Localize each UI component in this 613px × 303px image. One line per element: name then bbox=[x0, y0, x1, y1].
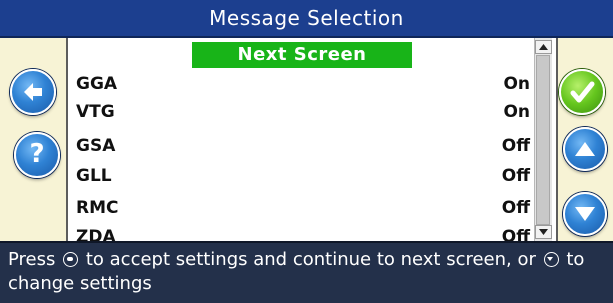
message-state: On bbox=[503, 102, 530, 122]
help-icon: ? bbox=[29, 139, 45, 169]
back-button[interactable] bbox=[10, 69, 56, 115]
message-name: ZDA bbox=[76, 227, 116, 241]
ok-button-icon bbox=[63, 252, 79, 267]
scroll-down-button[interactable] bbox=[563, 192, 607, 236]
message-state: Off bbox=[501, 198, 530, 218]
message-state: Off bbox=[501, 166, 530, 186]
chevron-down-icon bbox=[539, 229, 548, 235]
down-arrow-button-icon bbox=[543, 252, 559, 267]
title-bar: Message Selection bbox=[0, 0, 613, 38]
message-name: GGA bbox=[76, 74, 118, 94]
next-screen-button[interactable]: Next Screen bbox=[192, 42, 412, 68]
message-name: GLL bbox=[76, 166, 112, 186]
list-item[interactable]: GLL Off bbox=[74, 163, 534, 189]
list-scrollbar[interactable] bbox=[534, 38, 552, 241]
scroll-up-button[interactable] bbox=[563, 127, 607, 171]
list-item[interactable]: ZDA Off bbox=[74, 225, 534, 241]
scrollbar-thumb[interactable] bbox=[536, 55, 550, 225]
down-arrow-icon bbox=[575, 207, 595, 221]
list-item[interactable]: GSA Off bbox=[74, 133, 534, 159]
list-item[interactable]: VTG On bbox=[74, 99, 534, 125]
accept-button[interactable] bbox=[559, 69, 605, 115]
status-text-1: Press bbox=[8, 249, 56, 270]
message-name: GSA bbox=[76, 136, 116, 156]
scroll-down-arrow[interactable] bbox=[535, 225, 552, 239]
message-state: Off bbox=[501, 227, 530, 241]
message-state: Off bbox=[501, 136, 530, 156]
chevron-up-icon bbox=[539, 44, 548, 50]
message-state: On bbox=[503, 74, 530, 94]
message-list: Next Screen GGA On VTG On GSA Off GLL Of… bbox=[68, 38, 556, 241]
checkmark-icon bbox=[570, 81, 595, 103]
message-name: VTG bbox=[76, 102, 115, 122]
list-item[interactable]: RMC Off bbox=[74, 195, 534, 221]
status-text-2: to accept settings and continue to next … bbox=[85, 249, 536, 270]
help-button[interactable]: ? bbox=[14, 132, 60, 178]
page-title: Message Selection bbox=[209, 6, 404, 30]
message-name: RMC bbox=[76, 198, 119, 218]
back-arrow-icon bbox=[24, 83, 42, 101]
status-bar: Press to accept settings and continue to… bbox=[0, 241, 613, 303]
up-arrow-icon bbox=[575, 142, 595, 156]
list-item[interactable]: GGA On bbox=[74, 71, 534, 97]
scroll-up-arrow[interactable] bbox=[535, 40, 552, 54]
